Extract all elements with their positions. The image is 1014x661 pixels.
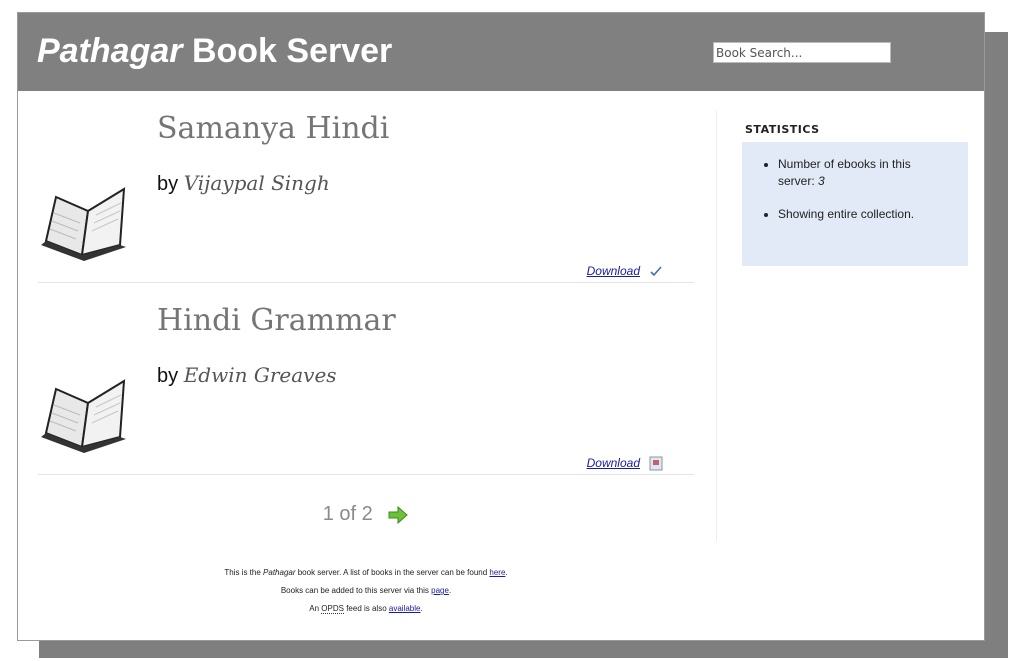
sidebar: STATISTICS Number of ebooks in this serv… — [742, 111, 968, 266]
book-byline: by Edwin Greaves — [157, 363, 337, 388]
footer-line-2: Books can be added to this server via th… — [18, 582, 714, 600]
site-header: Pathagar Book Server — [18, 13, 984, 91]
footer-text: . — [420, 604, 423, 613]
opds-abbr: OPDS — [321, 604, 344, 614]
footer-text: book server. A list of books in the serv… — [295, 568, 490, 577]
book-title[interactable]: Samanya Hindi — [157, 111, 389, 146]
footer-text: This is the — [224, 568, 264, 577]
download-link[interactable]: Download — [587, 264, 640, 278]
footer-line-3: An OPDS feed is also available. — [18, 600, 714, 618]
page-indicator: 1 of 2 — [322, 503, 373, 525]
book-list: Samanya Hindi by Vijaypal Singh Download… — [38, 91, 694, 525]
document-icon — [649, 456, 663, 471]
page-container: Pathagar Book Server Samanya Hindi by Vi… — [17, 12, 985, 641]
site-title-italic: Pathagar — [37, 32, 183, 70]
site-title-rest: Book Server — [182, 32, 393, 70]
footer-text: . — [448, 586, 452, 595]
collection-status-item: Showing entire collection. — [778, 206, 948, 223]
footer: This is the Pathagar book server. A list… — [18, 564, 714, 618]
book-icon[interactable] — [38, 161, 138, 261]
footer-line-1: This is the Pathagar book server. A list… — [18, 564, 714, 582]
book-item: Hindi Grammar by Edwin Greaves Download — [38, 283, 694, 475]
footer-app-name: Pathagar — [263, 568, 296, 577]
statistics-list: Number of ebooks in this server: 3 Showi… — [778, 156, 948, 223]
pagination: 1 of 2 — [38, 503, 694, 526]
opds-feed-link[interactable]: available — [389, 604, 421, 613]
sidebar-divider — [716, 111, 717, 541]
download-link[interactable]: Download — [587, 456, 640, 470]
by-label: by — [157, 365, 179, 387]
footer-text: Books can be added to this server via th… — [280, 586, 432, 595]
statistics-box: Number of ebooks in this server: 3 Showi… — [742, 142, 968, 266]
footer-text: . — [505, 568, 508, 577]
book-search-input[interactable] — [713, 42, 891, 63]
statistics-heading: STATISTICS — [745, 123, 820, 136]
book-item: Samanya Hindi by Vijaypal Singh Download — [38, 91, 694, 283]
arrow-right-icon[interactable] — [387, 504, 409, 526]
by-label: by — [157, 173, 179, 195]
book-list-link[interactable]: here — [489, 568, 505, 577]
book-author[interactable]: Edwin Greaves — [184, 363, 337, 387]
footer-text: feed is also — [343, 604, 389, 613]
ebook-count-value: 3 — [818, 174, 825, 188]
book-byline: by Vijaypal Singh — [157, 171, 330, 196]
checkmark-icon — [650, 266, 662, 277]
book-title[interactable]: Hindi Grammar — [157, 303, 396, 338]
ebook-count-label: Number of ebooks in this server: — [778, 157, 911, 188]
ebook-count-item: Number of ebooks in this server: 3 — [778, 156, 948, 190]
site-title[interactable]: Pathagar Book Server — [37, 32, 392, 71]
footer-text: An — [309, 604, 322, 613]
add-books-link[interactable]: page — [431, 586, 449, 595]
book-icon[interactable] — [38, 353, 138, 453]
book-author[interactable]: Vijaypal Singh — [184, 171, 330, 195]
